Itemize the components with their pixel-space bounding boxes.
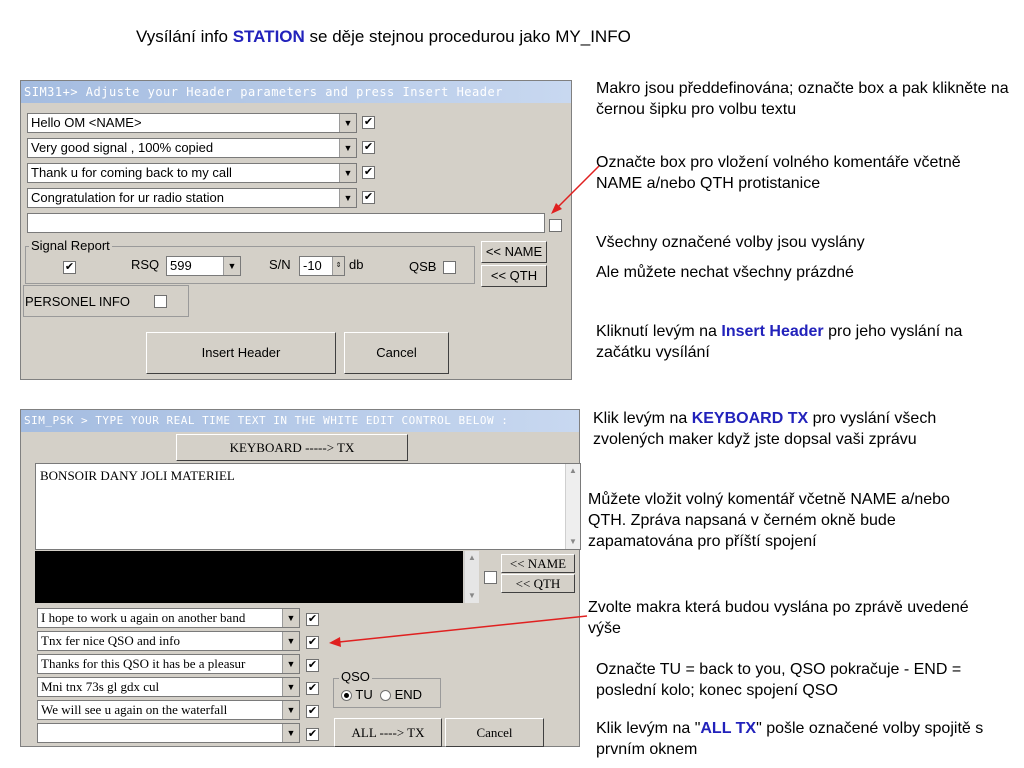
insert-header-button[interactable]: Insert Header: [146, 332, 336, 374]
qth-button[interactable]: << QTH: [481, 265, 547, 287]
header-macro-combo-1[interactable]: Hello OM <NAME> ▼: [27, 113, 357, 133]
personel-info-label: PERSONEL INFO: [25, 294, 130, 309]
slide-title: Vysílání info STATION se děje stejnou pr…: [136, 27, 631, 47]
header-macro-combo-4[interactable]: Congratulation for ur radio station ▼: [27, 188, 357, 208]
note-all-sent: Všechny označené volby jsou vyslány: [596, 234, 865, 251]
psk-macro-checkbox-5[interactable]: ✔: [306, 705, 319, 718]
title-text-end: se děje stejnou procedurou jako MY_INFO: [304, 27, 631, 46]
psk-macro-checkbox-2[interactable]: ✔: [306, 636, 319, 649]
header-window: SIM31+> Adjuste your Header parameters a…: [20, 80, 572, 380]
note-insert-header: Kliknutí levým na Insert Header pro jeho…: [596, 323, 963, 361]
psk-macro-combo-5[interactable]: We will see u again on the waterfall ▼: [37, 700, 300, 720]
note-tu-end: Označte TU = back to you, QSO pokračuje …: [596, 661, 962, 699]
scroll-down-icon[interactable]: ▼: [566, 535, 580, 549]
chevron-down-icon[interactable]: ▼: [282, 655, 299, 673]
keyboard-tx-button[interactable]: KEYBOARD -----> TX: [176, 434, 408, 461]
chevron-down-icon[interactable]: ▼: [339, 164, 356, 182]
header-macro-checkbox-1[interactable]: ✔: [362, 116, 375, 129]
scroll-up-icon[interactable]: ▲: [465, 551, 479, 565]
chevron-down-icon[interactable]: ▼: [282, 701, 299, 719]
qso-radio-row: TU END: [341, 687, 422, 702]
chevron-down-icon[interactable]: ▼: [339, 189, 356, 207]
header-cancel-button[interactable]: Cancel: [344, 332, 449, 374]
psk-macro-combo-1[interactable]: I hope to work u again on another band ▼: [37, 608, 300, 628]
note-keyboard-tx: Klik levým na KEYBOARD TX pro vyslání vš…: [593, 410, 937, 448]
psk-name-button[interactable]: << NAME: [501, 554, 575, 573]
note-free-comment: Označte box pro vložení volného komentář…: [596, 154, 961, 192]
scroll-up-icon[interactable]: ▲: [566, 464, 580, 478]
note-all-tx: Klik levým na "ALL TX" pošle označené vo…: [596, 720, 984, 758]
sn-label: S/N: [269, 257, 291, 272]
chevron-down-icon[interactable]: ▼: [282, 632, 299, 650]
chevron-down-icon[interactable]: ▼: [282, 724, 299, 742]
psk-macro-checkbox-6[interactable]: ✔: [306, 728, 319, 741]
psk-qth-button[interactable]: << QTH: [501, 574, 575, 593]
note-select-macros: Zvolte makra která budou vyslána po zprá…: [588, 599, 969, 637]
header-macro-combo-2[interactable]: Very good signal , 100% copied ▼: [27, 138, 357, 158]
chevron-down-icon[interactable]: ▼: [339, 114, 356, 132]
psk-macro-checkbox-3[interactable]: ✔: [306, 659, 319, 672]
spin-arrows-icon[interactable]: ⇕: [332, 257, 344, 275]
stored-message-black-box[interactable]: ▲ ▼: [35, 551, 479, 603]
black-box-scrollbar[interactable]: ▲ ▼: [464, 551, 479, 603]
header-macro-checkbox-4[interactable]: ✔: [362, 191, 375, 204]
psk-macro-combo-6[interactable]: ▼: [37, 723, 300, 743]
note-leave-empty: Ale můžete nechat všechny prázdné: [596, 264, 854, 281]
signal-report-checkbox[interactable]: ✔: [63, 261, 76, 274]
qso-label: QSO: [339, 669, 372, 684]
psk-macro-checkbox-1[interactable]: ✔: [306, 613, 319, 626]
psk-cancel-button[interactable]: Cancel: [445, 718, 544, 747]
chevron-down-icon[interactable]: ▼: [223, 257, 240, 275]
qsb-label: QSB: [409, 259, 437, 274]
signal-report-label: Signal Report: [29, 238, 112, 253]
end-radio[interactable]: [379, 690, 391, 702]
qsb-checkbox[interactable]: [443, 261, 456, 274]
annotation-arrow-2: [329, 615, 588, 647]
rsq-label: RSQ: [131, 257, 160, 272]
header-free-text-checkbox[interactable]: [549, 219, 562, 232]
chevron-down-icon[interactable]: ▼: [339, 139, 356, 157]
header-macro-combo-3[interactable]: Thank u for coming back to my call ▼: [27, 163, 357, 183]
psk-macro-combo-3[interactable]: Thanks for this QSO it has be a pleasur …: [37, 654, 300, 674]
chevron-down-icon[interactable]: ▼: [282, 609, 299, 627]
scroll-down-icon[interactable]: ▼: [465, 589, 479, 603]
psk-window: SIM_PSK > TYPE YOUR REAL TIME TEXT IN TH…: [20, 409, 581, 747]
all-tx-button[interactable]: ALL ----> TX: [334, 718, 442, 747]
end-label: END: [394, 687, 423, 702]
personel-info-checkbox[interactable]: [154, 295, 167, 308]
rsq-select[interactable]: 599 ▼: [166, 256, 241, 276]
note-macros: Makro jsou předdefinována; označte box a…: [596, 80, 1009, 118]
tu-label: TU: [355, 687, 373, 702]
psk-macro-combo-2[interactable]: Tnx fer nice QSO and info ▼: [37, 631, 300, 651]
chevron-down-icon[interactable]: ▼: [282, 678, 299, 696]
db-label: db: [349, 257, 364, 272]
psk-macro-combo-4[interactable]: Mni tnx 73s gl gdx cul ▼: [37, 677, 300, 697]
edit-scrollbar[interactable]: ▲ ▼: [565, 464, 580, 549]
psk-window-titlebar: SIM_PSK > TYPE YOUR REAL TIME TEXT IN TH…: [21, 410, 579, 432]
header-window-titlebar: SIM31+> Adjuste your Header parameters a…: [21, 81, 571, 103]
stored-message-checkbox[interactable]: [484, 571, 497, 584]
psk-macro-checkbox-4[interactable]: ✔: [306, 682, 319, 695]
tu-radio[interactable]: [341, 690, 352, 702]
title-highlight: STATION: [232, 27, 305, 46]
title-text: Vysílání info: [136, 27, 233, 46]
header-macro-checkbox-3[interactable]: ✔: [362, 166, 375, 179]
name-button[interactable]: << NAME: [481, 241, 547, 263]
header-free-text-input[interactable]: [27, 213, 545, 233]
realtime-text-edit[interactable]: BONSOIR DANY JOLI MATERIEL ▲ ▼: [35, 463, 581, 550]
sn-stepper[interactable]: -10 ⇕: [299, 256, 345, 276]
header-macro-checkbox-2[interactable]: ✔: [362, 141, 375, 154]
note-stored-message: Můžete vložit volný komentář včetně NAME…: [588, 491, 950, 550]
